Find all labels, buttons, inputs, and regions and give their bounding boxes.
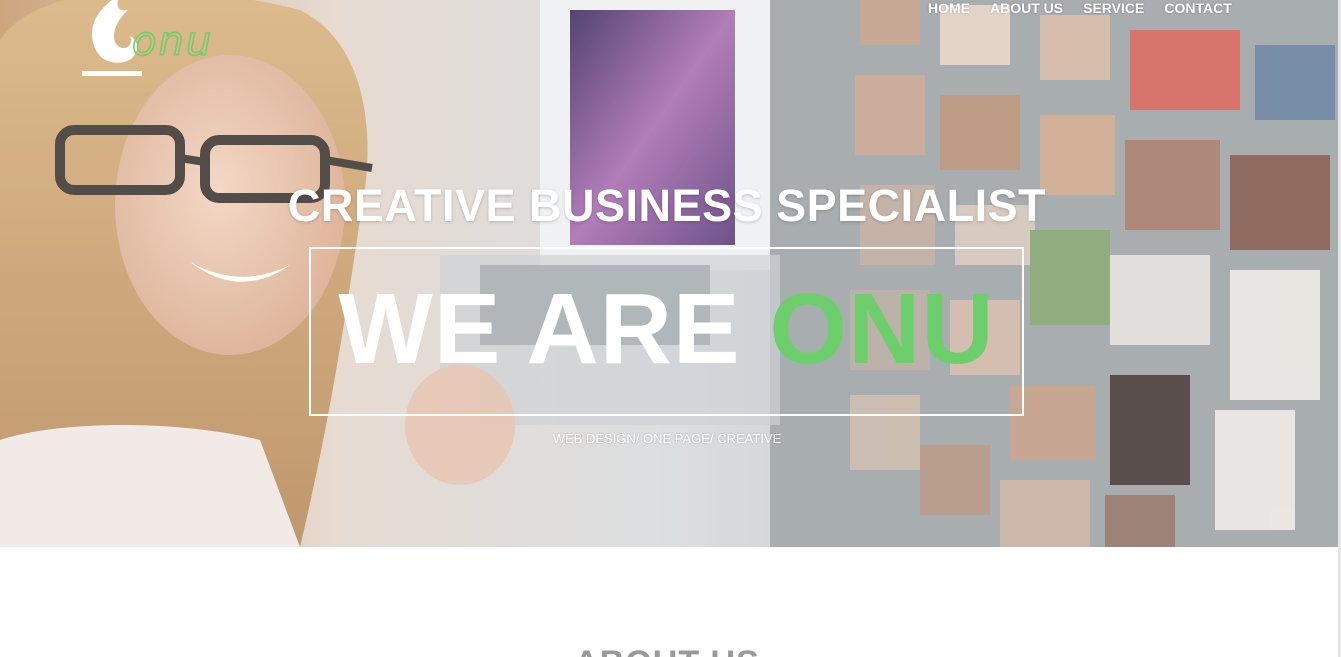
nav-item-contact[interactable]: CONTACT xyxy=(1154,0,1241,20)
main-nav: HOME ABOUT US SERVICE CONTACT xyxy=(918,0,1242,20)
hero-tagline: WEB DESIGN/ ONE PAGE/ CREATIVE xyxy=(552,431,782,446)
about-section: ABOUT US xyxy=(0,547,1338,657)
about-heading: ABOUT US xyxy=(0,643,1334,657)
page: onu HOME ABOUT US SERVICE CONTACT CREATI… xyxy=(0,0,1341,657)
nav-item-about-us[interactable]: ABOUT US xyxy=(980,0,1073,20)
hero-section: onu HOME ABOUT US SERVICE CONTACT CREATI… xyxy=(0,0,1338,547)
logo-wordmark: onu xyxy=(131,19,214,65)
hero-title: WE ARE ONU xyxy=(311,279,1022,379)
nav-item-home[interactable]: HOME xyxy=(918,0,980,20)
hero-title-box: WE ARE ONU xyxy=(309,247,1024,416)
hero-subtitle: CREATIVE BUSINESS SPECIALIST xyxy=(287,180,1047,231)
hero-title-brand: ONU xyxy=(769,273,995,385)
nav-item-service[interactable]: SERVICE xyxy=(1073,0,1154,20)
brand-logo[interactable]: onu xyxy=(82,0,257,80)
hero-title-white: WE ARE xyxy=(338,273,770,385)
